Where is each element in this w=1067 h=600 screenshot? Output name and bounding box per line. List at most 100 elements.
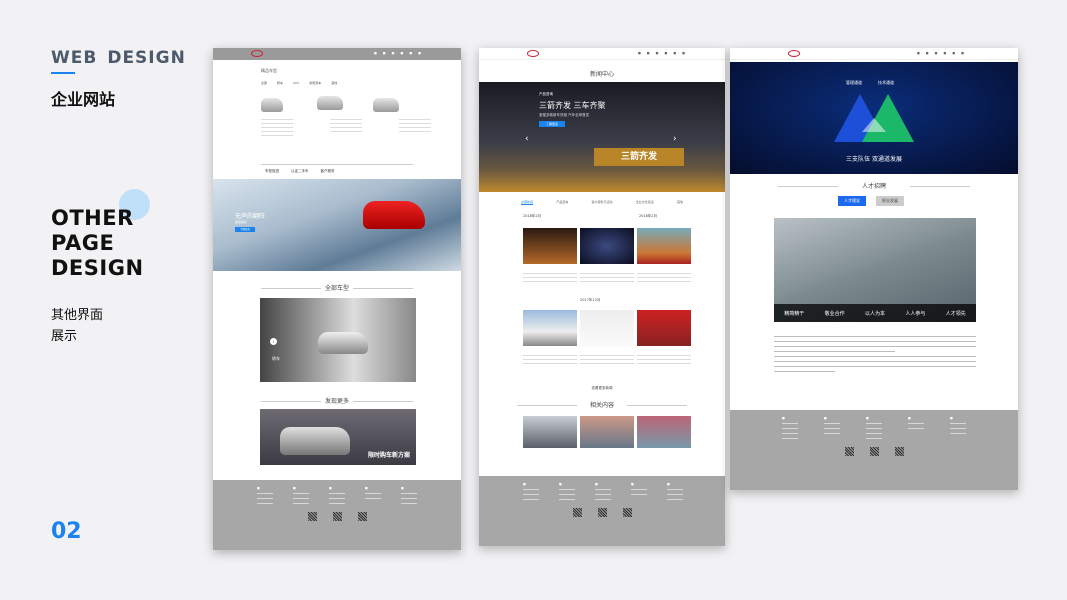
news-thumb[interactable] (637, 228, 691, 264)
slide-subtext: 宝骏多款新车亮相 汽车全球首发 (539, 113, 590, 117)
car-thumbnail[interactable] (317, 96, 343, 110)
nav-links: ■ ■ ■ ■ ■ ■ (373, 51, 421, 55)
slider-next-icon[interactable]: › (673, 134, 677, 144)
showroom-image[interactable]: ‹ 轿车 (260, 298, 416, 382)
subheading-line-1: 其他界面 (51, 308, 104, 323)
qr-code-icon (622, 508, 632, 517)
news-date-label: 2017年12月 (580, 298, 601, 302)
qr-codes (213, 512, 461, 521)
tab-all-news[interactable]: 全部新闻 (521, 200, 534, 205)
qr-code-icon (844, 447, 854, 456)
page-number: 02 (51, 519, 82, 544)
qr-codes (730, 447, 1018, 456)
value-label: 人才领先 (945, 310, 966, 317)
hero-banner: 无声的翻阵 越来越好 了解更多 (213, 179, 461, 271)
diagram-caption: 三支队伍 双通道发展 (846, 156, 902, 163)
nav-bar: ■ ■ ■ ■ ■ ■ (730, 48, 1018, 60)
talent-concept-button[interactable]: 人才理念 (838, 196, 866, 206)
tab-product[interactable]: 产品咨询 (556, 200, 568, 205)
values-strip: 精简精干 敬业合作 以人为本 人人参与 人才领先 (774, 304, 976, 322)
news-date-label: 2018年2月 (523, 214, 542, 218)
qr-code-icon (332, 512, 342, 521)
career-path-diagram: 管理通道 技术通道 三支队伍 双通道发展 (730, 62, 1018, 174)
heading-line-2: PAGE (51, 231, 115, 255)
news-thumb[interactable] (523, 228, 577, 264)
nav-links: ■ ■ ■ ■ ■ ■ (637, 51, 685, 55)
qr-code-icon (894, 447, 904, 456)
team-meeting-photo: 精简精干 敬业合作 以人为本 人人参与 人才领先 (774, 218, 976, 322)
mockup-models-page: ■ ■ ■ ■ ■ ■ 精品车型 全部 轿车 SUV 新能源车 其他 车型促进 认证二手车… (213, 48, 461, 550)
banner-button[interactable]: 了解更多 (235, 227, 255, 232)
career-development-button[interactable]: 职业发展 (876, 196, 904, 206)
used-car-link[interactable]: 认证二手车 (291, 169, 309, 174)
showroom-label: 轿车 (272, 356, 280, 361)
footer-columns: ■ ■ ■ ■ ■ (213, 480, 461, 508)
site-footer: ■ ■ ■ ■ ■ (730, 410, 1018, 490)
value-label: 精简精干 (784, 310, 805, 317)
sub-tab[interactable]: SUV (293, 81, 299, 85)
nav-links: ■ ■ ■ ■ ■ ■ (916, 51, 964, 55)
car-thumbnail[interactable] (261, 98, 283, 112)
sub-tab[interactable]: 轿车 (277, 81, 283, 85)
event-banner: 三箭齐发 (594, 148, 684, 166)
tab-other[interactable]: 其他 (677, 200, 683, 205)
news-thumb[interactable] (580, 228, 634, 264)
qr-code-icon (597, 508, 607, 517)
qr-code-icon (572, 508, 582, 517)
slide-button[interactable]: 了解更多 (539, 121, 565, 127)
brand-logo-icon (527, 50, 539, 57)
section-subheading: 其他界面 展示 (51, 305, 103, 347)
web-design-word-2: DESIGN (107, 48, 186, 68)
promo-link[interactable]: 车型促进 (265, 169, 279, 174)
nav-bar: ■ ■ ■ ■ ■ ■ (479, 48, 725, 60)
news-thumb[interactable] (523, 310, 577, 346)
value-label: 敬业合作 (824, 310, 845, 317)
site-footer: ■ ■ ■ ■ ■ (213, 480, 461, 550)
news-slider: 产品咨询 三箭齐发 三车齐聚 宝骏多款新车亮相 汽车全球首发 了解更多 三箭齐发… (479, 82, 725, 192)
slide-headline: 三箭齐发 三车齐聚 (539, 101, 606, 110)
section-heading: OTHER PAGE DESIGN (51, 206, 144, 281)
accent-underline (51, 72, 75, 74)
all-models-title: 全部车型 (253, 283, 421, 292)
banner-headline: 无声的翻阵 (235, 213, 266, 220)
heading-line-3: DESIGN (51, 256, 144, 280)
discover-more-title: 发现更多 (253, 396, 421, 405)
slide-tag: 产品咨询 (539, 92, 553, 96)
customer-service-link[interactable]: 客户服务 (321, 169, 335, 174)
more-news-button[interactable]: 查看更多新闻 (479, 386, 725, 391)
car-thumbnail[interactable] (373, 98, 399, 112)
qr-code-icon (357, 512, 367, 521)
brand-logo-icon (788, 50, 800, 57)
grey-suv-image (280, 427, 350, 455)
heading-line-1: OTHER (51, 206, 134, 230)
red-suv-image (363, 201, 425, 229)
footer-columns: ■ ■ ■ ■ ■ (730, 410, 1018, 443)
web-design-title: WEB DESIGN (51, 48, 186, 68)
site-footer: ■ ■ ■ ■ ■ (479, 476, 725, 546)
tab-culture[interactable]: 企业文化建设 (636, 200, 654, 205)
divider (261, 164, 413, 165)
related-thumb[interactable] (637, 416, 691, 448)
tab-service[interactable]: 客户服务与活动 (591, 200, 612, 205)
sub-tab[interactable]: 新能源车 (309, 81, 321, 85)
prev-arrow-icon[interactable]: ‹ (270, 338, 277, 345)
qr-code-icon (307, 512, 317, 521)
value-label: 人人参与 (905, 310, 926, 317)
promo-banner[interactable]: 限时购车新方案 (260, 409, 416, 465)
related-thumb[interactable] (523, 416, 577, 448)
sub-tab[interactable]: 全部 (261, 81, 267, 85)
mockup-careers-page: ■ ■ ■ ■ ■ ■ 管理通道 技术通道 三支队伍 双通道发展 人才招聘 人才理念 职业… (730, 48, 1018, 490)
news-thumb[interactable] (637, 310, 691, 346)
sub-tab[interactable]: 其他 (331, 81, 337, 85)
qr-code-icon (869, 447, 879, 456)
brand-logo-icon (251, 50, 263, 57)
model-sub-tabs: 全部 轿车 SUV 新能源车 其他 (261, 81, 337, 85)
news-text-row (523, 352, 691, 367)
banner-subtext: 越来越好 (235, 220, 248, 224)
slider-prev-icon[interactable]: ‹ (525, 134, 529, 144)
news-date-label: 2018年2月 (639, 214, 658, 218)
recruit-title: 人才招聘 (770, 181, 978, 190)
news-thumb[interactable] (580, 310, 634, 346)
related-thumb[interactable] (580, 416, 634, 448)
recruit-body-text (774, 332, 976, 376)
